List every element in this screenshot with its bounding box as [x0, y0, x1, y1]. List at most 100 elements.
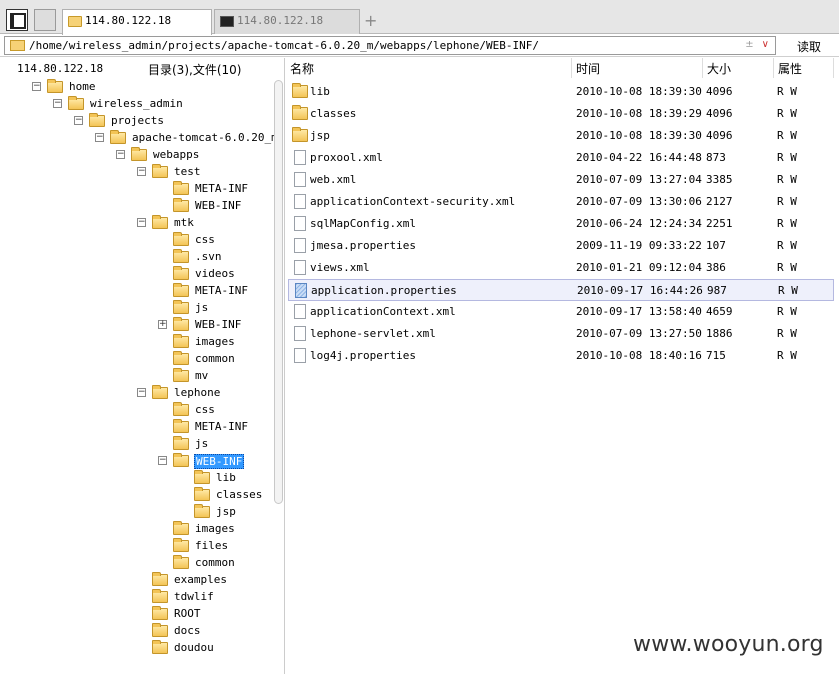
folder-icon — [152, 572, 168, 586]
tree-item[interactable]: mv — [0, 368, 272, 385]
file-row[interactable]: jsp 2010-10-08 18:39:30 4096 R W — [288, 125, 834, 147]
file-time: 2010-04-22 16:44:48 — [576, 151, 702, 164]
file-size: 2251 — [706, 217, 733, 230]
column-header-size[interactable]: 大小 — [703, 58, 774, 78]
tree-item[interactable]: − WEB-INF — [0, 453, 272, 470]
tree-item[interactable]: + WEB-INF — [0, 317, 272, 334]
tree-item[interactable]: css — [0, 232, 272, 249]
tree-item[interactable]: docs — [0, 623, 272, 640]
file-time: 2009-11-19 09:33:22 — [576, 239, 702, 252]
file-row[interactable]: lib 2010-10-08 18:39:30 4096 R W — [288, 81, 834, 103]
tree-item[interactable]: ROOT — [0, 606, 272, 623]
column-header-attr[interactable]: 属性 — [774, 58, 834, 78]
tab-terminal[interactable]: 114.80.122.18 — [214, 9, 360, 34]
tree-scrollbar[interactable] — [274, 80, 283, 504]
file-attr: R W — [777, 129, 797, 142]
file-row[interactable]: classes 2010-10-08 18:39:29 4096 R W — [288, 103, 834, 125]
panel-toggle-icon[interactable] — [6, 9, 28, 31]
expand-icon[interactable]: + — [158, 320, 167, 329]
tree-item[interactable]: META-INF — [0, 283, 272, 300]
tree-item[interactable]: WEB-INF — [0, 198, 272, 215]
tree-item[interactable]: videos — [0, 266, 272, 283]
file-row[interactable]: log4j.properties 2010-10-08 18:40:16 715 R … — [288, 345, 834, 367]
tree-item[interactable]: − webapps — [0, 147, 272, 164]
file-name: proxool.xml — [310, 151, 383, 164]
collapse-icon[interactable]: − — [74, 116, 83, 125]
tree-item-label: home — [69, 80, 96, 93]
tree-item[interactable]: − apache-tomcat-6.0.20_m — [0, 130, 278, 147]
file-time: 2010-01-21 09:12:04 — [576, 261, 702, 274]
tree-item[interactable]: .svn — [0, 249, 272, 266]
collapse-icon[interactable]: − — [32, 82, 41, 91]
folder-icon — [173, 181, 189, 195]
tree-item[interactable]: classes — [0, 487, 272, 504]
collapse-icon[interactable]: − — [137, 388, 146, 397]
tree-item[interactable]: css — [0, 402, 272, 419]
folder-icon — [194, 470, 210, 484]
tree-item[interactable]: js — [0, 436, 272, 453]
tree-item[interactable]: doudou — [0, 640, 272, 657]
tree-item[interactable]: − lephone — [0, 385, 272, 402]
tree-item[interactable]: images — [0, 521, 272, 538]
tree-item[interactable]: META-INF — [0, 419, 272, 436]
read-button[interactable]: 读取 — [784, 37, 834, 55]
file-size: 4659 — [706, 305, 733, 318]
tree-item[interactable]: common — [0, 351, 272, 368]
collapse-icon[interactable]: − — [53, 99, 62, 108]
tab-file-manager[interactable]: 114.80.122.18 — [62, 9, 212, 35]
tree-item-label: images — [195, 522, 235, 535]
add-tab-button[interactable]: + — [364, 11, 377, 30]
tree-item[interactable]: − wireless_admin — [0, 96, 272, 113]
tree-item[interactable]: − test — [0, 164, 272, 181]
tree-item[interactable]: common — [0, 555, 272, 572]
file-row[interactable]: proxool.xml 2010-04-22 16:44:48 873 R W — [288, 147, 834, 169]
file-time: 2010-07-09 13:27:04 — [576, 173, 702, 186]
file-icon — [294, 216, 306, 231]
file-row[interactable]: sqlMapConfig.xml 2010-06-24 12:24:34 2251 R… — [288, 213, 834, 235]
folder-icon — [173, 538, 189, 552]
chevron-down-icon[interactable]: ∨ — [762, 39, 769, 50]
tree-item[interactable]: js — [0, 300, 272, 317]
tab-label: 114.80.122.18 — [237, 14, 324, 27]
tree-item-label: js — [195, 301, 209, 314]
tree-item[interactable]: files — [0, 538, 272, 555]
file-row[interactable]: jmesa.properties 2009-11-19 09:33:22 107 R … — [288, 235, 834, 257]
tree-item[interactable]: images — [0, 334, 272, 351]
watermark: www.wooyun.org — [633, 632, 824, 657]
new-window-icon[interactable] — [34, 9, 56, 31]
file-name: application.properties — [311, 284, 457, 297]
file-row[interactable]: applicationContext-security.xml 2010-07-0… — [288, 191, 834, 213]
tree-item[interactable]: examples — [0, 572, 272, 589]
file-row[interactable]: lephone-servlet.xml 2010-07-09 13:27:50 18… — [288, 323, 834, 345]
tree-item[interactable]: − projects — [0, 113, 272, 130]
tree-item[interactable]: lib — [0, 470, 272, 487]
file-list-pane: 名称 时间 大小 属性 lib 2010-10-08 18:39:30 4096 R … — [286, 58, 839, 674]
collapse-icon[interactable]: − — [116, 150, 125, 159]
file-time: 2010-07-09 13:27:50 — [576, 327, 702, 340]
collapse-icon[interactable]: − — [137, 167, 146, 176]
tree-item-label: WEB-INF — [194, 454, 245, 469]
collapse-icon[interactable]: − — [95, 133, 104, 142]
column-header-time[interactable]: 时间 — [572, 58, 703, 78]
file-row[interactable]: views.xml 2010-01-21 09:12:04 386 R W — [288, 257, 834, 279]
folder-icon — [152, 623, 168, 637]
tree-item[interactable]: − home — [0, 79, 272, 96]
file-row[interactable]: application.properties 2010-09-17 16:44:2… — [288, 279, 834, 301]
file-row[interactable]: applicationContext.xml 2010-09-17 13:58:4… — [288, 301, 834, 323]
column-header-name[interactable]: 名称 — [286, 58, 572, 78]
tree-item-label: META-INF — [195, 420, 248, 433]
tree-item[interactable]: jsp — [0, 504, 272, 521]
tree-item[interactable]: − mtk — [0, 215, 272, 232]
folder-icon — [131, 147, 147, 161]
collapse-icon[interactable]: − — [158, 456, 167, 465]
file-row[interactable]: web.xml 2010-07-09 13:27:04 3385 R W — [288, 169, 834, 191]
folder-icon — [173, 402, 189, 416]
file-icon — [294, 150, 306, 165]
collapse-icon[interactable]: − — [137, 218, 146, 227]
tree-item[interactable]: META-INF — [0, 181, 272, 198]
tree-item[interactable]: tdwlif — [0, 589, 272, 606]
file-attr: R W — [777, 85, 797, 98]
path-option-icon[interactable]: ± — [745, 39, 753, 50]
folder-icon — [10, 40, 25, 51]
path-input[interactable]: /home/wireless_admin/projects/apache-tom… — [4, 36, 776, 55]
